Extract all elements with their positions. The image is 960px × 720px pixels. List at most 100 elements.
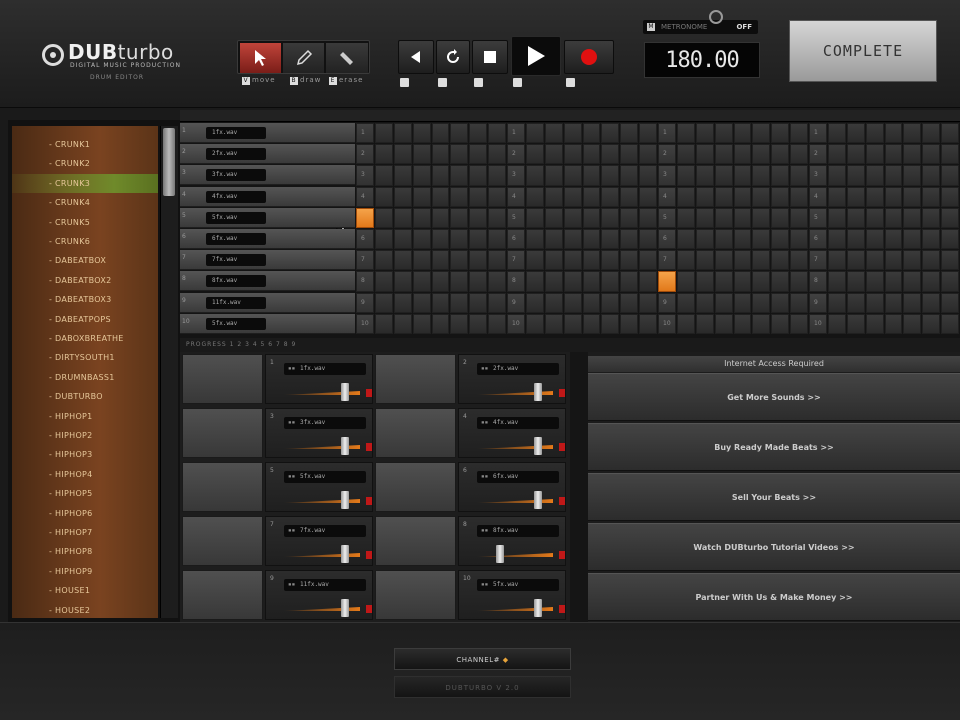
step-cell[interactable] xyxy=(790,313,808,334)
step-cell[interactable]: 2 xyxy=(507,144,525,165)
step-cell[interactable] xyxy=(752,292,771,313)
sound-kit-item[interactable]: - DABEATPOPS xyxy=(12,310,158,329)
step-cell[interactable] xyxy=(488,292,506,313)
volume-slider[interactable] xyxy=(284,383,372,401)
mute-indicator[interactable] xyxy=(366,605,372,613)
step-cell-active[interactable] xyxy=(356,207,374,228)
link-button[interactable]: Get More Sounds >> xyxy=(588,373,960,421)
step-cell[interactable]: 4 xyxy=(658,186,676,207)
step-cell[interactable] xyxy=(884,144,903,165)
step-cell[interactable] xyxy=(374,229,393,250)
step-cell[interactable] xyxy=(903,144,922,165)
track-row[interactable]: 10 5fx.wav xyxy=(180,313,355,334)
step-cell[interactable] xyxy=(393,186,412,207)
link-button[interactable]: Partner With Us & Make Money >> xyxy=(588,573,960,621)
step-cell[interactable] xyxy=(488,165,506,186)
step-cell[interactable] xyxy=(941,229,959,250)
mute-indicator[interactable] xyxy=(366,389,372,397)
step-cell[interactable] xyxy=(393,207,412,228)
step-cell[interactable] xyxy=(695,144,714,165)
step-cell[interactable] xyxy=(601,250,620,271)
step-cell[interactable] xyxy=(884,229,903,250)
step-cell[interactable] xyxy=(620,186,639,207)
step-cell[interactable] xyxy=(374,207,393,228)
step-cell[interactable] xyxy=(714,144,733,165)
volume-slider[interactable] xyxy=(284,599,372,617)
step-cell[interactable] xyxy=(450,292,469,313)
step-cell[interactable] xyxy=(827,313,846,334)
track-row[interactable]: 5 5fx.wav xyxy=(180,207,355,228)
step-cell[interactable] xyxy=(582,313,601,334)
step-cell[interactable] xyxy=(676,271,695,292)
step-cell[interactable] xyxy=(714,123,733,144)
step-cell[interactable]: 3 xyxy=(507,165,525,186)
step-cell[interactable] xyxy=(903,271,922,292)
step-cell[interactable] xyxy=(620,292,639,313)
mute-indicator[interactable] xyxy=(559,497,565,505)
step-cell[interactable] xyxy=(941,186,959,207)
step-cell[interactable] xyxy=(563,271,582,292)
step-cell[interactable]: 1 xyxy=(356,123,374,144)
step-cell[interactable]: 1 xyxy=(507,123,525,144)
step-cell[interactable] xyxy=(771,186,790,207)
complete-button[interactable]: COMPLETE xyxy=(789,20,937,82)
volume-knob[interactable] xyxy=(340,599,349,617)
step-cell[interactable] xyxy=(488,313,506,334)
step-cell[interactable] xyxy=(374,250,393,271)
volume-slider[interactable] xyxy=(477,383,565,401)
drum-pad[interactable] xyxy=(182,462,263,512)
step-cell[interactable] xyxy=(601,123,620,144)
step-cell[interactable] xyxy=(903,313,922,334)
step-cell[interactable] xyxy=(563,229,582,250)
link-button[interactable]: Watch DUBturbo Tutorial Videos >> xyxy=(588,523,960,571)
sound-kit-item[interactable]: - DRUMNBASS1 xyxy=(12,368,158,387)
step-cell[interactable] xyxy=(941,207,959,228)
drum-pad[interactable] xyxy=(375,516,456,566)
step-cell[interactable] xyxy=(393,271,412,292)
step-cell[interactable] xyxy=(639,165,657,186)
step-cell[interactable] xyxy=(676,292,695,313)
step-cell[interactable] xyxy=(676,313,695,334)
step-cell[interactable] xyxy=(790,292,808,313)
step-cell[interactable] xyxy=(563,144,582,165)
step-cell[interactable] xyxy=(733,292,752,313)
step-cell[interactable]: 7 xyxy=(356,250,374,271)
step-cell[interactable]: 1 xyxy=(809,123,827,144)
step-cell[interactable] xyxy=(771,250,790,271)
sound-kit-item[interactable]: - CRUNK6 xyxy=(12,232,158,251)
step-cell[interactable] xyxy=(695,292,714,313)
sound-kit-item[interactable]: - HIPHOP2 xyxy=(12,426,158,445)
play-button[interactable] xyxy=(511,36,561,76)
track-row[interactable]: 4 4fx.wav xyxy=(180,186,355,207)
sound-kit-item[interactable]: - HIPHOP4 xyxy=(12,465,158,484)
metronome-switch-icon[interactable] xyxy=(709,10,723,24)
step-cell[interactable] xyxy=(374,186,393,207)
step-cell[interactable] xyxy=(431,229,450,250)
step-cell[interactable] xyxy=(374,292,393,313)
step-cell[interactable] xyxy=(884,207,903,228)
step-cell[interactable] xyxy=(922,123,941,144)
step-cell[interactable] xyxy=(544,250,563,271)
drum-pad[interactable] xyxy=(182,570,263,620)
step-cell[interactable] xyxy=(412,186,431,207)
volume-knob[interactable] xyxy=(495,545,504,563)
step-cell[interactable] xyxy=(884,271,903,292)
step-cell[interactable] xyxy=(733,313,752,334)
step-cell[interactable] xyxy=(450,207,469,228)
step-cell[interactable] xyxy=(544,165,563,186)
sound-kit-item[interactable]: - DABOXBREATHE xyxy=(12,329,158,348)
drum-pad[interactable] xyxy=(375,408,456,458)
sound-kit-item[interactable]: - HIPHOP3 xyxy=(12,445,158,464)
step-cell[interactable] xyxy=(903,165,922,186)
step-cell[interactable] xyxy=(525,207,544,228)
volume-knob[interactable] xyxy=(533,383,542,401)
step-cell[interactable] xyxy=(790,123,808,144)
step-cell[interactable] xyxy=(733,271,752,292)
step-cell[interactable] xyxy=(752,165,771,186)
step-cell[interactable] xyxy=(752,250,771,271)
step-cell[interactable] xyxy=(469,292,488,313)
step-cell[interactable] xyxy=(525,292,544,313)
step-cell[interactable] xyxy=(922,165,941,186)
sound-kit-item[interactable]: - CRUNK4 xyxy=(12,193,158,212)
step-cell[interactable]: 4 xyxy=(356,186,374,207)
